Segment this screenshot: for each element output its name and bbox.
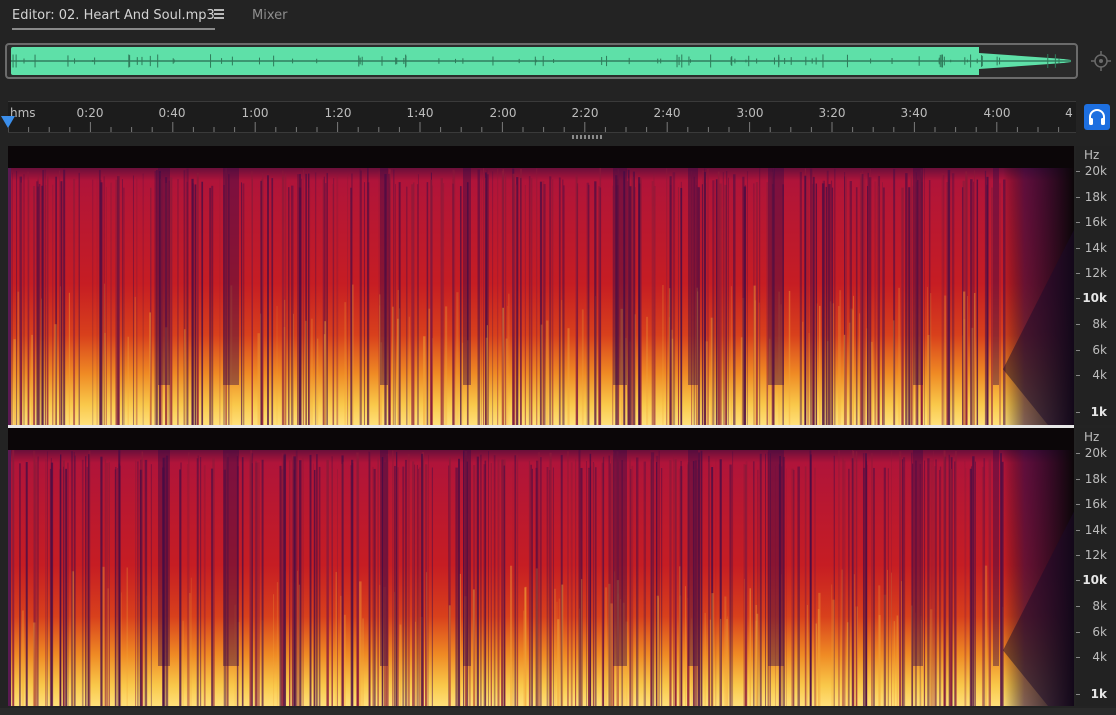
frequency-tick — [1076, 350, 1080, 351]
frequency-unit-label: Hz — [1084, 430, 1100, 444]
frequency-tick — [1076, 657, 1080, 658]
frequency-tick — [1076, 248, 1080, 249]
frequency-tick-label: 8k — [1092, 599, 1107, 613]
frequency-tick — [1076, 694, 1080, 695]
frequency-tick-label: 4k — [1092, 368, 1107, 382]
frequency-tick — [1076, 412, 1080, 413]
ruler-tick-label: 3:20 — [818, 106, 846, 120]
frequency-tick — [1076, 555, 1080, 556]
ruler-tick-label: 0:20 — [76, 106, 104, 120]
headphones-icon[interactable] — [1084, 104, 1110, 130]
ruler-tick-label: 2:00 — [489, 106, 517, 120]
frequency-tick-label: 6k — [1092, 343, 1107, 357]
frequency-tick-label: 12k — [1084, 266, 1107, 280]
frequency-tick — [1076, 453, 1080, 454]
frequency-tick — [1076, 298, 1080, 299]
frequency-tick-label: 1k — [1090, 405, 1107, 419]
bottom-scrollbar[interactable] — [0, 708, 1116, 715]
frequency-tick-label: 1k — [1090, 687, 1107, 701]
frequency-tick — [1076, 375, 1080, 376]
frequency-tick-label: 18k — [1084, 190, 1107, 204]
ruler-tick-label: 4:00 — [983, 106, 1011, 120]
hamburger-icon[interactable] — [214, 9, 226, 20]
frequency-tick-label: 16k — [1084, 215, 1107, 229]
ruler-tick-label: 4 — [1065, 106, 1073, 120]
ruler-tick-label: 2:40 — [653, 106, 681, 120]
playhead-marker-icon[interactable] — [1, 116, 15, 128]
frequency-tick — [1076, 632, 1080, 633]
frequency-tick-label: 4k — [1092, 650, 1107, 664]
ruler-tick-label: 1:00 — [241, 106, 269, 120]
spectrogram-channel-right[interactable] — [8, 428, 1074, 706]
spectrogram-image-left — [8, 168, 1074, 425]
frequency-tick — [1076, 273, 1080, 274]
overview-waveform — [11, 47, 1071, 75]
ruler-tick-label: 0:40 — [158, 106, 186, 120]
frequency-tick — [1076, 222, 1080, 223]
tab-editor[interactable]: Editor: 02. Heart And Soul.mp3 — [12, 8, 215, 30]
time-ruler[interactable]: hms 0:20 0:40 1:00 1:20 1:40 2:00 2:20 2:40 3:00… — [8, 101, 1076, 133]
ruler-tick-label: 1:20 — [324, 106, 352, 120]
waveform-overview[interactable] — [5, 43, 1078, 79]
ruler-tick-label: 2:20 — [571, 106, 599, 120]
frequency-tick-label: 10k — [1082, 291, 1107, 305]
frequency-tick — [1076, 479, 1080, 480]
ruler-tick-label: 3:00 — [736, 106, 764, 120]
frequency-tick-label: 20k — [1084, 164, 1107, 178]
frequency-tick — [1076, 580, 1080, 581]
frequency-scale-left: Hz 20k 18k 16k 14k 12k 10k 8k 6k 4k 1k — [1076, 146, 1116, 425]
frequency-scale-right: Hz 20k 18k 16k 14k 12k 10k 8k 6k 4k 1k — [1076, 428, 1116, 706]
frequency-tick-label: 8k — [1092, 317, 1107, 331]
panel-tab-bar: Editor: 02. Heart And Soul.mp3 Mixer — [0, 0, 1116, 36]
frequency-tick — [1076, 530, 1080, 531]
frequency-tick — [1076, 171, 1080, 172]
frequency-tick — [1076, 606, 1080, 607]
zoom-navigator-icon[interactable] — [1090, 50, 1112, 72]
frequency-tick-label: 10k — [1082, 573, 1107, 587]
frequency-tick-label: 16k — [1084, 497, 1107, 511]
frequency-tick — [1076, 504, 1080, 505]
spectrogram-channel-left[interactable] — [8, 146, 1074, 425]
frequency-tick-label: 12k — [1084, 548, 1107, 562]
frequency-unit-label: Hz — [1084, 148, 1100, 162]
ruler-tick-label: 3:40 — [900, 106, 928, 120]
frequency-tick-label: 18k — [1084, 472, 1107, 486]
ruler-tick-label: 1:40 — [406, 106, 434, 120]
frequency-tick-label: 6k — [1092, 625, 1107, 639]
tab-mixer[interactable]: Mixer — [252, 8, 287, 23]
frequency-tick-label: 14k — [1084, 523, 1107, 537]
frequency-tick-label: 20k — [1084, 446, 1107, 460]
frequency-tick — [1076, 324, 1080, 325]
frequency-tick — [1076, 197, 1080, 198]
panel-resize-grip[interactable] — [572, 135, 602, 139]
spectrogram-image-right — [8, 450, 1074, 706]
frequency-tick-label: 14k — [1084, 241, 1107, 255]
